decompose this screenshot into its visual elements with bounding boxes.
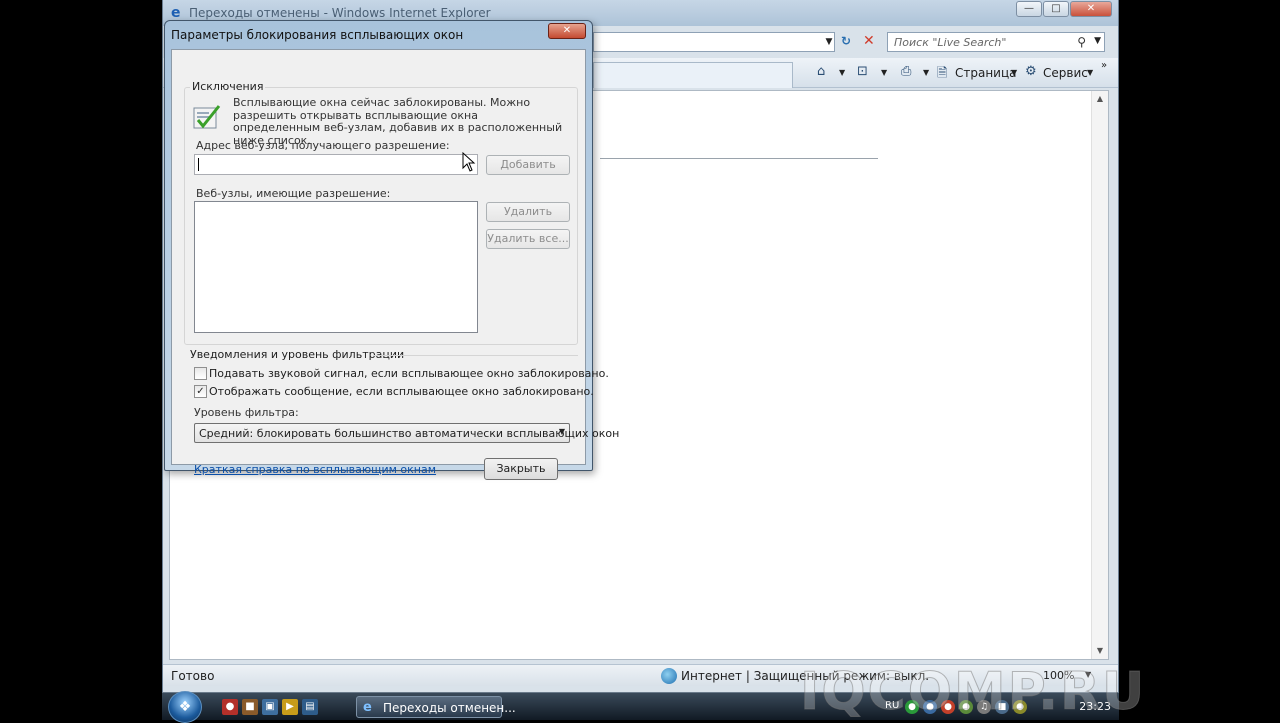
minimize-button[interactable]: — xyxy=(1016,1,1042,17)
sound-checkbox[interactable] xyxy=(194,367,207,380)
show-desktop-icon[interactable]: ▣ xyxy=(262,699,278,715)
address-input[interactable] xyxy=(593,32,835,52)
address-label: Адрес веб-узла, получающего разрешение: xyxy=(196,139,450,152)
allowed-sites-list[interactable] xyxy=(194,201,478,333)
dialog-title: Параметры блокирования всплывающих окон xyxy=(171,28,464,42)
allowed-sites-label: Веб-узлы, имеющие разрешение: xyxy=(196,187,391,200)
allowed-address-input[interactable] xyxy=(194,154,478,175)
taskbar-ie-button[interactable]: e Переходы отменен... xyxy=(356,696,516,718)
status-text: Готово xyxy=(171,669,215,683)
internet-zone-icon xyxy=(661,668,677,684)
search-icon[interactable]: ⚲ xyxy=(1077,35,1086,49)
maximize-button[interactable]: □ xyxy=(1043,1,1069,17)
watermark-logo: IQCOMP.RU xyxy=(799,662,1147,723)
notifications-group-label: Уведомления и уровень фильтрации xyxy=(190,348,405,361)
vertical-scrollbar[interactable]: ▲ ▼ xyxy=(1091,91,1108,659)
scroll-up-icon[interactable]: ▲ xyxy=(1092,91,1108,107)
dialog-titlebar[interactable]: Параметры блокирования всплывающих окон … xyxy=(165,21,592,49)
stop-icon[interactable]: ✕ xyxy=(863,33,879,49)
close-button[interactable]: Закрыть xyxy=(484,458,558,480)
text-caret xyxy=(198,158,199,171)
filter-level-select[interactable]: Средний: блокировать большинство автомат… xyxy=(194,423,619,443)
search-placeholder: Поиск "Live Search" xyxy=(894,36,1007,49)
sound-checkbox-label[interactable]: Подавать звуковой сигнал, если всплывающ… xyxy=(209,367,609,380)
ie-window-title: Переходы отменены - Windows Internet Exp… xyxy=(189,6,491,20)
tools-menu[interactable]: Сервис xyxy=(1043,66,1088,80)
popup-help-link[interactable]: Краткая справка по всплывающим окнам xyxy=(194,463,436,476)
window-controls: — □ ✕ xyxy=(1016,1,1112,17)
filter-level-label: Уровень фильтра: xyxy=(194,406,299,419)
close-window-button[interactable]: ✕ xyxy=(1070,1,1112,17)
feeds-icon[interactable]: ⊡ xyxy=(857,64,873,80)
infobar-checkbox-label[interactable]: Отображать сообщение, если всплывающее о… xyxy=(209,385,594,398)
screen: e Переходы отменены - Windows Internet E… xyxy=(0,0,1280,723)
taskbar-ie-label: Переходы отменен... xyxy=(383,701,516,715)
search-input[interactable]: Поиск "Live Search" ⚲ ▼ xyxy=(887,32,1105,52)
feeds-dropdown-icon[interactable]: ▼ xyxy=(881,68,887,77)
add-button[interactable]: Добавить xyxy=(486,155,570,175)
print-dropdown-icon[interactable]: ▼ xyxy=(923,68,929,77)
notifications-divider xyxy=(374,355,578,356)
print-icon[interactable]: ⎙ xyxy=(901,64,917,80)
tab-current[interactable] xyxy=(593,62,793,88)
refresh-icon[interactable]: ↻ xyxy=(841,34,857,50)
dialog-close-button[interactable]: ✕ xyxy=(548,23,586,39)
remove-all-button[interactable]: Удалить все... xyxy=(486,229,570,249)
popup-blocker-settings-dialog: Параметры блокирования всплывающих окон … xyxy=(164,20,619,480)
scroll-down-icon[interactable]: ▼ xyxy=(1092,643,1108,659)
checklist-icon xyxy=(193,105,221,129)
page-icon[interactable]: 🗎 xyxy=(937,64,953,81)
horizontal-rule xyxy=(600,158,878,159)
page-dropdown-icon[interactable]: ▼ xyxy=(1011,68,1017,77)
dialog-body: Исключения Всплывающие окна сейчас забло… xyxy=(171,49,619,480)
start-button[interactable]: ❖ xyxy=(168,691,202,723)
mouse-cursor-icon xyxy=(462,152,476,172)
quicklaunch-media-icon[interactable]: ■ xyxy=(242,699,258,715)
home-dropdown-icon[interactable]: ▼ xyxy=(839,68,845,77)
ie-task-icon: e xyxy=(363,700,372,715)
switch-windows-icon[interactable]: ▤ xyxy=(302,699,318,715)
quicklaunch-player-icon[interactable]: ▶ xyxy=(282,699,298,715)
address-dropdown-icon[interactable]: ▼ xyxy=(823,32,835,52)
infobar-checkbox[interactable]: ✓ xyxy=(194,385,207,398)
ie-logo-icon: e xyxy=(171,5,181,21)
home-icon[interactable]: ⌂ xyxy=(817,64,833,80)
chevron-more-icon[interactable]: » xyxy=(1101,60,1107,71)
tools-dropdown-icon[interactable]: ▼ xyxy=(1087,68,1093,77)
search-dropdown-icon[interactable]: ▼ xyxy=(1094,36,1101,46)
quicklaunch-app-icon[interactable]: ● xyxy=(222,699,238,715)
filter-level-value: Средний: блокировать большинство автомат… xyxy=(199,427,620,440)
chevron-down-icon: ▼ xyxy=(558,427,565,436)
exceptions-group-label: Исключения xyxy=(190,80,266,93)
page-menu[interactable]: Страница xyxy=(955,66,1017,80)
gear-icon[interactable]: ⚙ xyxy=(1025,64,1041,80)
remove-button[interactable]: Удалить xyxy=(486,202,570,222)
